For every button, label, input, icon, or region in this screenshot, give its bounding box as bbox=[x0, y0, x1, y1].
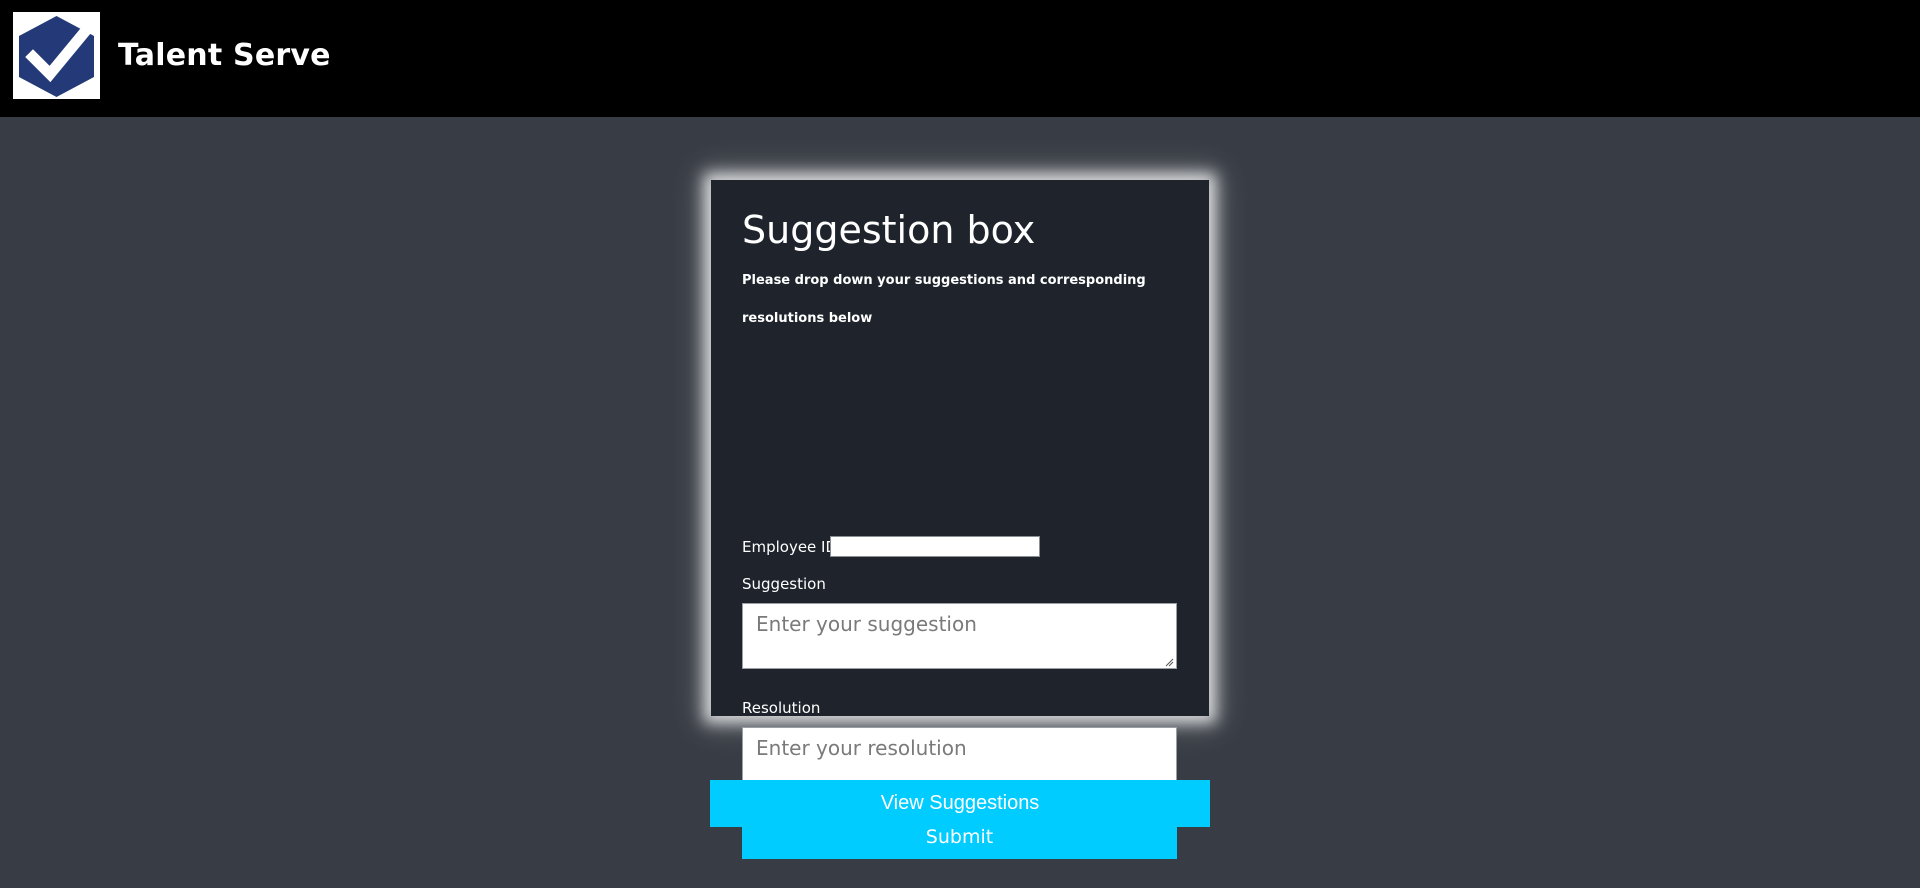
suggestion-label: Suggestion bbox=[742, 575, 826, 593]
resolution-label: Resolution bbox=[742, 699, 821, 717]
check-shield-icon bbox=[19, 16, 94, 97]
top-bar: Talent Serve bbox=[0, 0, 1920, 117]
app-name: Talent Serve bbox=[118, 38, 331, 73]
card-title: Suggestion box bbox=[742, 208, 1036, 252]
employee-id-label: Employee ID bbox=[742, 538, 838, 556]
suggestion-card: Suggestion box Please drop down your sug… bbox=[711, 180, 1209, 859]
suggestion-textarea[interactable] bbox=[742, 603, 1177, 669]
view-suggestions-button[interactable]: View Suggestions bbox=[710, 780, 1210, 827]
employee-id-input[interactable] bbox=[830, 536, 1040, 557]
logo bbox=[13, 12, 100, 99]
card-description: Please drop down your suggestions and co… bbox=[742, 273, 1146, 326]
